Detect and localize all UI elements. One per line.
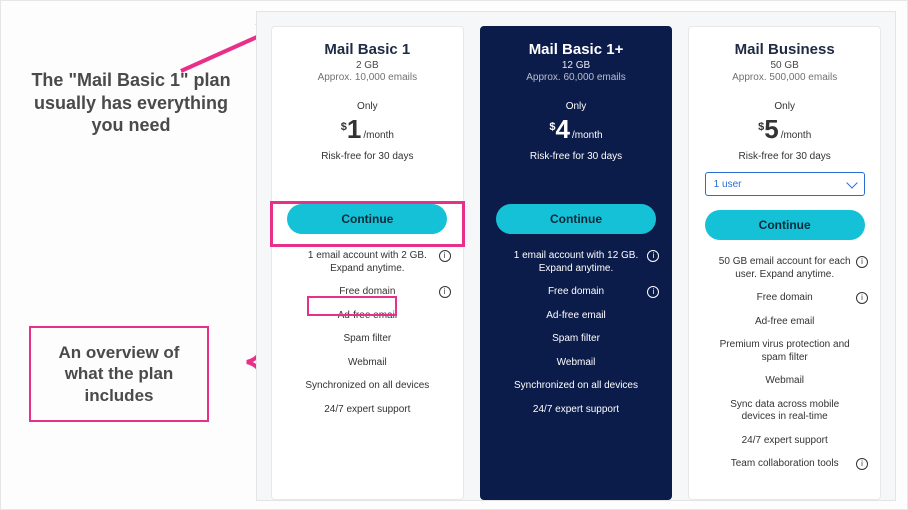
feature-item: 24/7 expert support bbox=[282, 404, 453, 417]
feature-text: Webmail bbox=[557, 357, 596, 368]
feature-item: Ad-free email bbox=[282, 310, 453, 323]
plan-storage: 12 GB bbox=[562, 60, 590, 71]
per-label: /month bbox=[572, 130, 603, 141]
plan-approx: Approx. 60,000 emails bbox=[526, 72, 626, 83]
user-count-select[interactable]: 1 user bbox=[705, 172, 865, 196]
feature-item: Premium virus protection and spam filter bbox=[699, 339, 870, 364]
plan-card-basic1plus: Mail Basic 1+ 12 GB Approx. 60,000 email… bbox=[480, 26, 673, 500]
feature-item: Free domain i bbox=[282, 286, 453, 299]
plan-card-business: Mail Business 50 GB Approx. 500,000 emai… bbox=[688, 26, 881, 500]
feature-list: 50 GB email account for each user. Expan… bbox=[699, 256, 870, 471]
feature-text: Ad-free email bbox=[546, 310, 605, 321]
feature-item: Sync data across mobile devices in real-… bbox=[699, 399, 870, 424]
feature-item: Webmail bbox=[282, 357, 453, 370]
feature-item: 24/7 expert support bbox=[699, 435, 870, 448]
plan-name: Mail Basic 1+ bbox=[529, 41, 624, 58]
feature-text: 24/7 expert support bbox=[742, 435, 828, 446]
price-value: 4 bbox=[556, 114, 570, 145]
feature-text: 24/7 expert support bbox=[324, 404, 410, 415]
continue-button[interactable]: Continue bbox=[705, 210, 865, 240]
only-label: Only bbox=[566, 101, 587, 112]
feature-list: 1 email account with 2 GB. Expand anytim… bbox=[282, 250, 453, 416]
feature-item: Free domain i bbox=[699, 292, 870, 305]
currency: $ bbox=[549, 121, 555, 133]
user-count-value: 1 user bbox=[714, 179, 742, 190]
price-value: 5 bbox=[764, 114, 778, 145]
pricing-panel: Mail Basic 1 2 GB Approx. 10,000 emails … bbox=[256, 11, 896, 501]
feature-text: Free domain bbox=[548, 286, 604, 297]
annotation-callout-features: An overview of what the plan includes bbox=[29, 326, 209, 422]
feature-item: Spam filter bbox=[491, 333, 662, 346]
feature-item: 1 email account with 2 GB. Expand anytim… bbox=[282, 250, 453, 275]
price-row: $ 1 /month bbox=[341, 114, 394, 145]
only-label: Only bbox=[774, 101, 795, 112]
feature-text: Webmail bbox=[765, 375, 804, 386]
feature-text: Ad-free email bbox=[755, 316, 814, 327]
price-row: $ 4 /month bbox=[549, 114, 602, 145]
per-label: /month bbox=[363, 130, 394, 141]
risk-free-label: Risk-free for 30 days bbox=[739, 151, 831, 162]
plan-storage: 2 GB bbox=[356, 60, 379, 71]
feature-item: Free domain i bbox=[491, 286, 662, 299]
feature-text: 50 GB email account for each user. Expan… bbox=[719, 256, 851, 280]
feature-text: Spam filter bbox=[552, 333, 600, 344]
feature-item: 1 email account with 12 GB. Expand anyti… bbox=[491, 250, 662, 275]
feature-text: Free domain bbox=[757, 292, 813, 303]
feature-item: Webmail bbox=[491, 357, 662, 370]
info-icon[interactable]: i bbox=[856, 292, 868, 304]
feature-item: Webmail bbox=[699, 375, 870, 388]
feature-item: Spam filter bbox=[282, 333, 453, 346]
plan-name: Mail Basic 1 bbox=[324, 41, 410, 58]
price-value: 1 bbox=[347, 114, 361, 145]
per-label: /month bbox=[781, 130, 812, 141]
chevron-down-icon bbox=[846, 177, 857, 188]
currency: $ bbox=[758, 121, 764, 133]
feature-item: Synchronized on all devices bbox=[491, 380, 662, 393]
feature-item: 50 GB email account for each user. Expan… bbox=[699, 256, 870, 281]
currency: $ bbox=[341, 121, 347, 133]
feature-text: Ad-free email bbox=[338, 310, 397, 321]
plan-approx: Approx. 500,000 emails bbox=[732, 72, 837, 83]
risk-free-label: Risk-free for 30 days bbox=[530, 151, 622, 162]
plan-approx: Approx. 10,000 emails bbox=[318, 72, 418, 83]
info-icon[interactable]: i bbox=[647, 286, 659, 298]
feature-text: Spam filter bbox=[343, 333, 391, 344]
plan-card-basic1: Mail Basic 1 2 GB Approx. 10,000 emails … bbox=[271, 26, 464, 500]
feature-text: Synchronized on all devices bbox=[305, 380, 429, 391]
feature-list: 1 email account with 12 GB. Expand anyti… bbox=[491, 250, 662, 416]
info-icon[interactable]: i bbox=[647, 250, 659, 262]
feature-text: Premium virus protection and spam filter bbox=[720, 339, 850, 363]
only-label: Only bbox=[357, 101, 378, 112]
info-icon[interactable]: i bbox=[856, 256, 868, 268]
feature-text: Sync data across mobile devices in real-… bbox=[730, 399, 839, 423]
price-row: $ 5 /month bbox=[758, 114, 811, 145]
feature-text: Free domain bbox=[339, 286, 395, 297]
continue-button[interactable]: Continue bbox=[496, 204, 656, 234]
feature-item: Team collaboration tools i bbox=[699, 458, 870, 471]
info-icon[interactable]: i bbox=[439, 286, 451, 298]
risk-free-label: Risk-free for 30 days bbox=[321, 151, 413, 162]
feature-text: 1 email account with 12 GB. Expand anyti… bbox=[514, 250, 639, 274]
canvas: The "Mail Basic 1" plan usually has ever… bbox=[0, 0, 908, 510]
info-icon[interactable]: i bbox=[439, 250, 451, 262]
feature-text: 24/7 expert support bbox=[533, 404, 619, 415]
feature-text: Webmail bbox=[348, 357, 387, 368]
plan-storage: 50 GB bbox=[771, 60, 799, 71]
feature-item: Synchronized on all devices bbox=[282, 380, 453, 393]
feature-item: Ad-free email bbox=[491, 310, 662, 323]
plan-name: Mail Business bbox=[735, 41, 835, 58]
feature-text: Team collaboration tools bbox=[731, 458, 839, 469]
info-icon[interactable]: i bbox=[856, 458, 868, 470]
continue-button[interactable]: Continue bbox=[287, 204, 447, 234]
feature-text: Synchronized on all devices bbox=[514, 380, 638, 391]
feature-item: Ad-free email bbox=[699, 316, 870, 329]
feature-text: 1 email account with 2 GB. Expand anytim… bbox=[308, 250, 427, 274]
feature-item: 24/7 expert support bbox=[491, 404, 662, 417]
